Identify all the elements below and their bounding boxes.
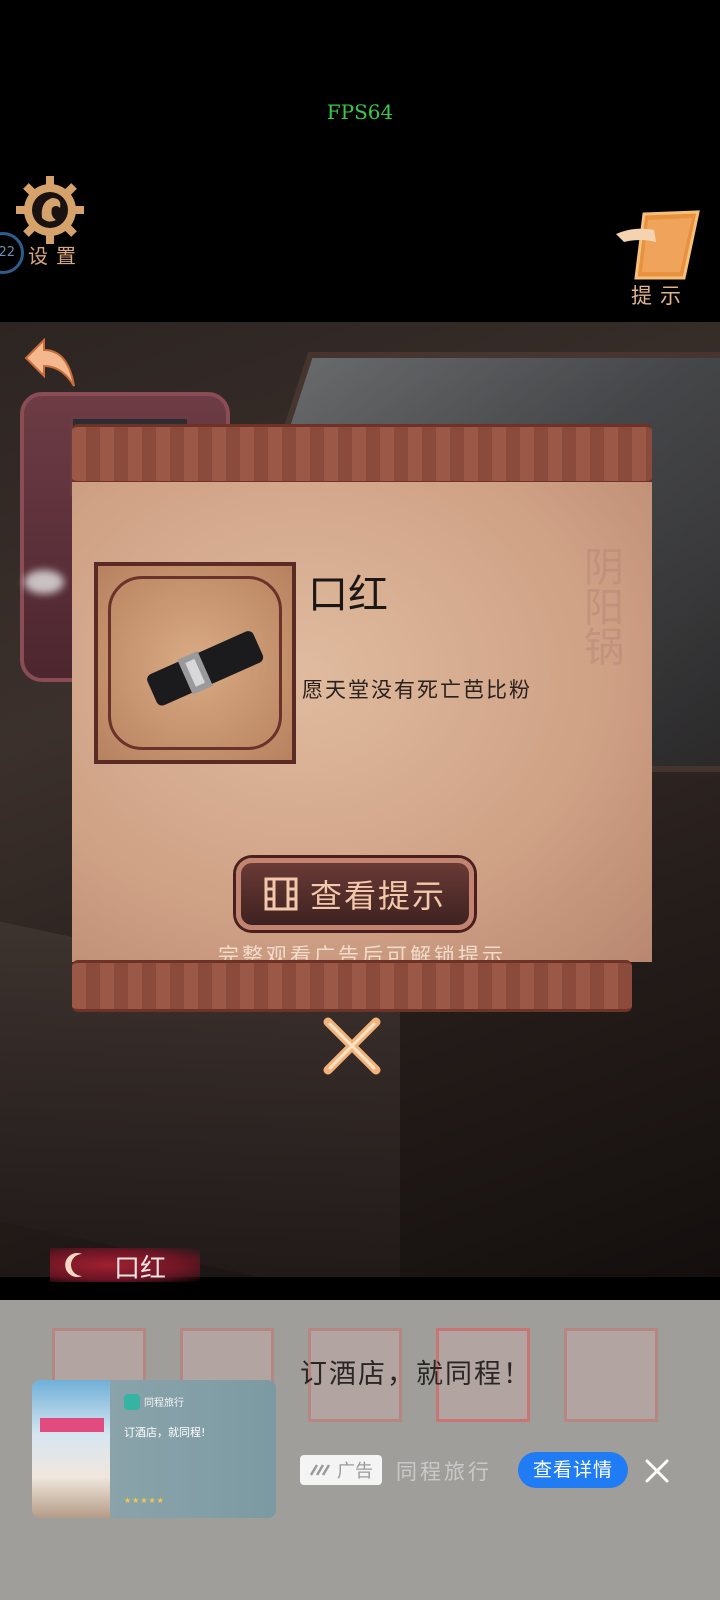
back-arrow-icon[interactable] (22, 336, 80, 390)
ad-label-badge: 广告 (300, 1455, 382, 1485)
promo-ribbon (40, 1418, 104, 1432)
ad-banner: 同程旅行 订酒店，就同程! ★★★★★ 订酒店，就同程！ 广告 同程旅行 查看详… (0, 1300, 720, 1600)
hint-card-icon (616, 210, 700, 280)
ad-creative-text: 订酒店，就同程! (124, 1426, 206, 1439)
rating-stars: ★★★★★ (124, 1496, 165, 1505)
close-icon[interactable] (320, 1014, 384, 1078)
close-ad-icon[interactable] (644, 1458, 670, 1484)
hint-top-label: 提示 (631, 284, 689, 308)
lipstick-image (147, 631, 264, 706)
hint-top-button[interactable]: 提示 (612, 208, 702, 310)
fps-counter: FPS64 (326, 100, 394, 124)
item-image-frame (94, 562, 296, 764)
view-hint-button[interactable]: 查看提示 (236, 858, 474, 930)
light-reflection (24, 570, 64, 594)
crescent-icon (65, 1253, 82, 1277)
inventory-selected-label: 口红 (114, 1254, 167, 1284)
view-hint-label: 查看提示 (309, 877, 446, 915)
card-bottom-border (72, 960, 632, 1012)
card-top-border (72, 424, 652, 484)
ad-advertiser: 同程旅行 (396, 1460, 492, 1484)
view-details-button[interactable]: 查看详情 (518, 1452, 628, 1488)
ad-creative[interactable]: 同程旅行 订酒店，就同程! ★★★★★ (32, 1380, 276, 1518)
inventory-selected-tag: 口红 (50, 1248, 200, 1284)
card-body: 阴阳锅 口红 愿天堂没有死亡芭比粉 查看提示 完整观看广告后可解锁提示 (72, 482, 652, 968)
settings-label: 设置 (28, 244, 84, 268)
inventory-slot[interactable] (564, 1328, 658, 1422)
ad-brand-small: 同程旅行 (144, 1398, 184, 1409)
settings-button[interactable]: 设置 (14, 176, 86, 269)
item-name: 口红 (308, 572, 388, 618)
film-icon (264, 877, 298, 911)
ad-network-logo-icon (309, 1464, 331, 1476)
ad-headline[interactable]: 订酒店，就同程！ (300, 1352, 532, 1391)
hotel-room-image (32, 1380, 110, 1518)
ad-label: 广告 (337, 1461, 373, 1482)
item-description: 愿天堂没有死亡芭比粉 (302, 678, 532, 702)
tongcheng-logo-icon (124, 1394, 140, 1410)
seal-watermark: 阴阳锅 (584, 545, 624, 671)
item-detail-card: 阴阳锅 口红 愿天堂没有死亡芭比粉 查看提示 完整观看广告后可解锁提示 (72, 424, 652, 1014)
gear-icon (16, 176, 84, 244)
